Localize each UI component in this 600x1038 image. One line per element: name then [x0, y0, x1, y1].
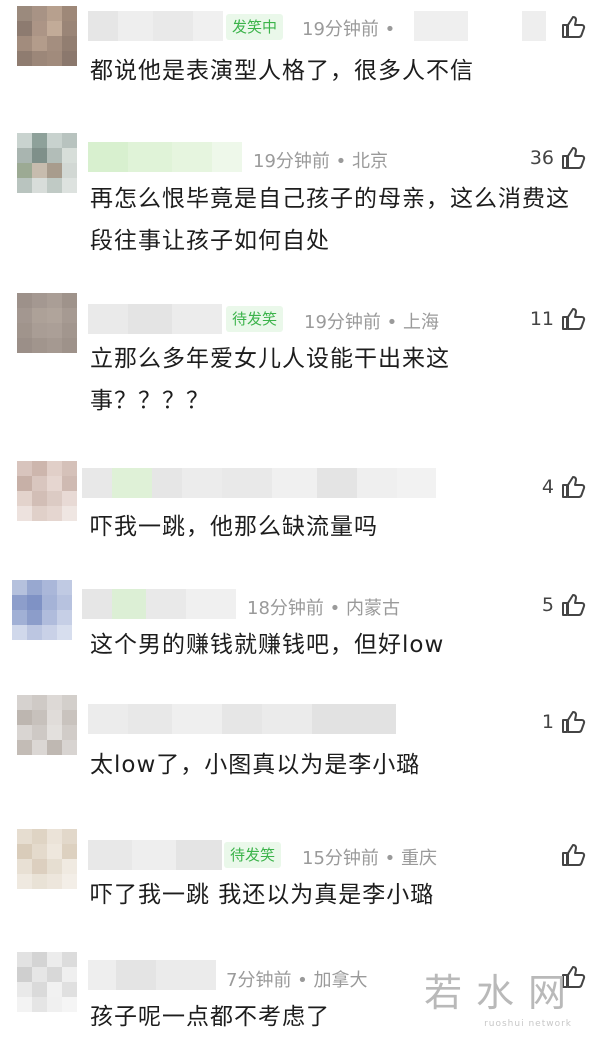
status-badge: 待发笑 — [224, 842, 282, 868]
comment-meta: 15分钟前 • 重庆 — [302, 848, 437, 869]
thumbs-up-icon — [562, 844, 586, 866]
comment-meta: 19分钟前 • — [302, 19, 396, 40]
avatar[interactable] — [17, 133, 77, 193]
comment-meta: 18分钟前 • 内蒙古 — [247, 598, 400, 619]
avatar[interactable] — [17, 829, 77, 889]
like-count: 4 — [541, 476, 554, 498]
thumbs-up-icon — [562, 16, 586, 38]
username[interactable] — [88, 11, 223, 41]
watermark-subtext: ruoshui network — [484, 1019, 572, 1029]
like-button[interactable]: 5 — [542, 592, 586, 618]
avatar[interactable] — [12, 580, 72, 640]
username[interactable] — [88, 304, 222, 334]
location-blurred — [414, 11, 468, 41]
username[interactable] — [82, 589, 236, 619]
username[interactable] — [88, 142, 242, 172]
like-button[interactable]: 36 — [530, 145, 586, 171]
status-badge: 待发笑 — [226, 306, 284, 332]
like-button[interactable]: 1 — [542, 709, 586, 735]
like-count: 11 — [529, 308, 554, 330]
avatar[interactable] — [17, 6, 77, 66]
thumbs-up-icon — [562, 308, 586, 330]
username[interactable] — [88, 840, 222, 870]
watermark-logo: 若水网 — [423, 971, 580, 1015]
avatar[interactable] — [17, 293, 77, 353]
thumbs-up-icon — [562, 711, 586, 733]
comment-text: 再怎么恨毕竟是自己孩子的母亲，这么消费这段往事让孩子如何自处 — [90, 186, 570, 254]
like-button[interactable] — [554, 14, 586, 40]
avatar[interactable] — [17, 695, 77, 755]
thumbs-up-icon — [562, 147, 586, 169]
avatar[interactable] — [17, 952, 77, 1012]
thumbs-up-icon — [562, 594, 586, 616]
username[interactable] — [88, 960, 216, 990]
comment-text: 这个男的赚钱就赚钱吧，但好low — [90, 632, 445, 658]
like-button[interactable] — [554, 842, 586, 868]
likes-blurred — [522, 11, 546, 41]
comment-text: 都说他是表演型人格了，很多人不信 — [90, 58, 474, 84]
like-count: 5 — [541, 594, 554, 616]
like-button[interactable]: 11 — [530, 306, 586, 332]
comment-text: 立那么多年爱女儿人设能干出来这事？？？？ — [90, 346, 450, 414]
comment-text: 吓我一跳，他那么缺流量吗 — [90, 514, 378, 540]
like-count: 1 — [541, 711, 554, 733]
comment-text: 太low了，小图真以为是李小璐 — [90, 752, 421, 778]
avatar[interactable] — [17, 461, 77, 521]
like-count: 36 — [529, 147, 554, 169]
like-button[interactable]: 4 — [542, 474, 586, 500]
status-badge: 发笑中 — [226, 14, 284, 40]
comment-meta: 7分钟前 • 加拿大 — [226, 970, 368, 991]
thumbs-up-icon — [562, 476, 586, 498]
comment-meta: 19分钟前 • 上海 — [304, 312, 439, 333]
comment-meta: 19分钟前 • 北京 — [253, 151, 388, 172]
username[interactable] — [82, 468, 436, 498]
username[interactable] — [88, 704, 396, 734]
comment-text: 吓了我一跳 我还以为真是李小璐 — [90, 882, 435, 908]
